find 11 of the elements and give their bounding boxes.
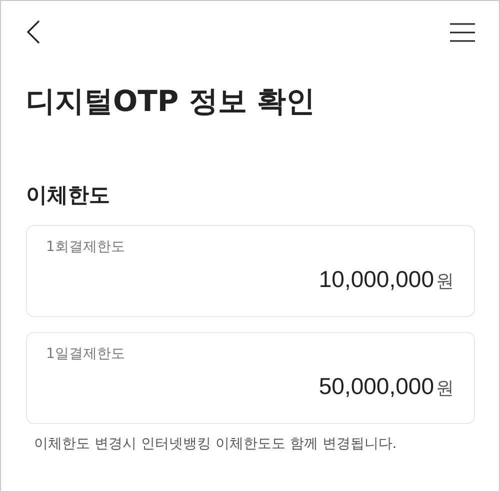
currency-unit: 원 [436,270,454,293]
back-icon[interactable] [26,20,40,44]
currency-unit: 원 [436,377,454,400]
menu-icon[interactable] [450,22,475,42]
limit-amount: 50,000,000 [318,373,434,400]
section-title: 이체한도 [26,182,111,209]
info-note: 이체한도 변경시 인터넷뱅킹 이체한도도 함께 변경됩니다. [34,435,398,453]
limit-label: 1일결제한도 [46,345,125,363]
limit-amount: 10,000,000 [318,266,434,293]
page-title: 디지털OTP 정보 확인 [26,83,316,119]
limit-label: 1회결제한도 [46,238,125,256]
